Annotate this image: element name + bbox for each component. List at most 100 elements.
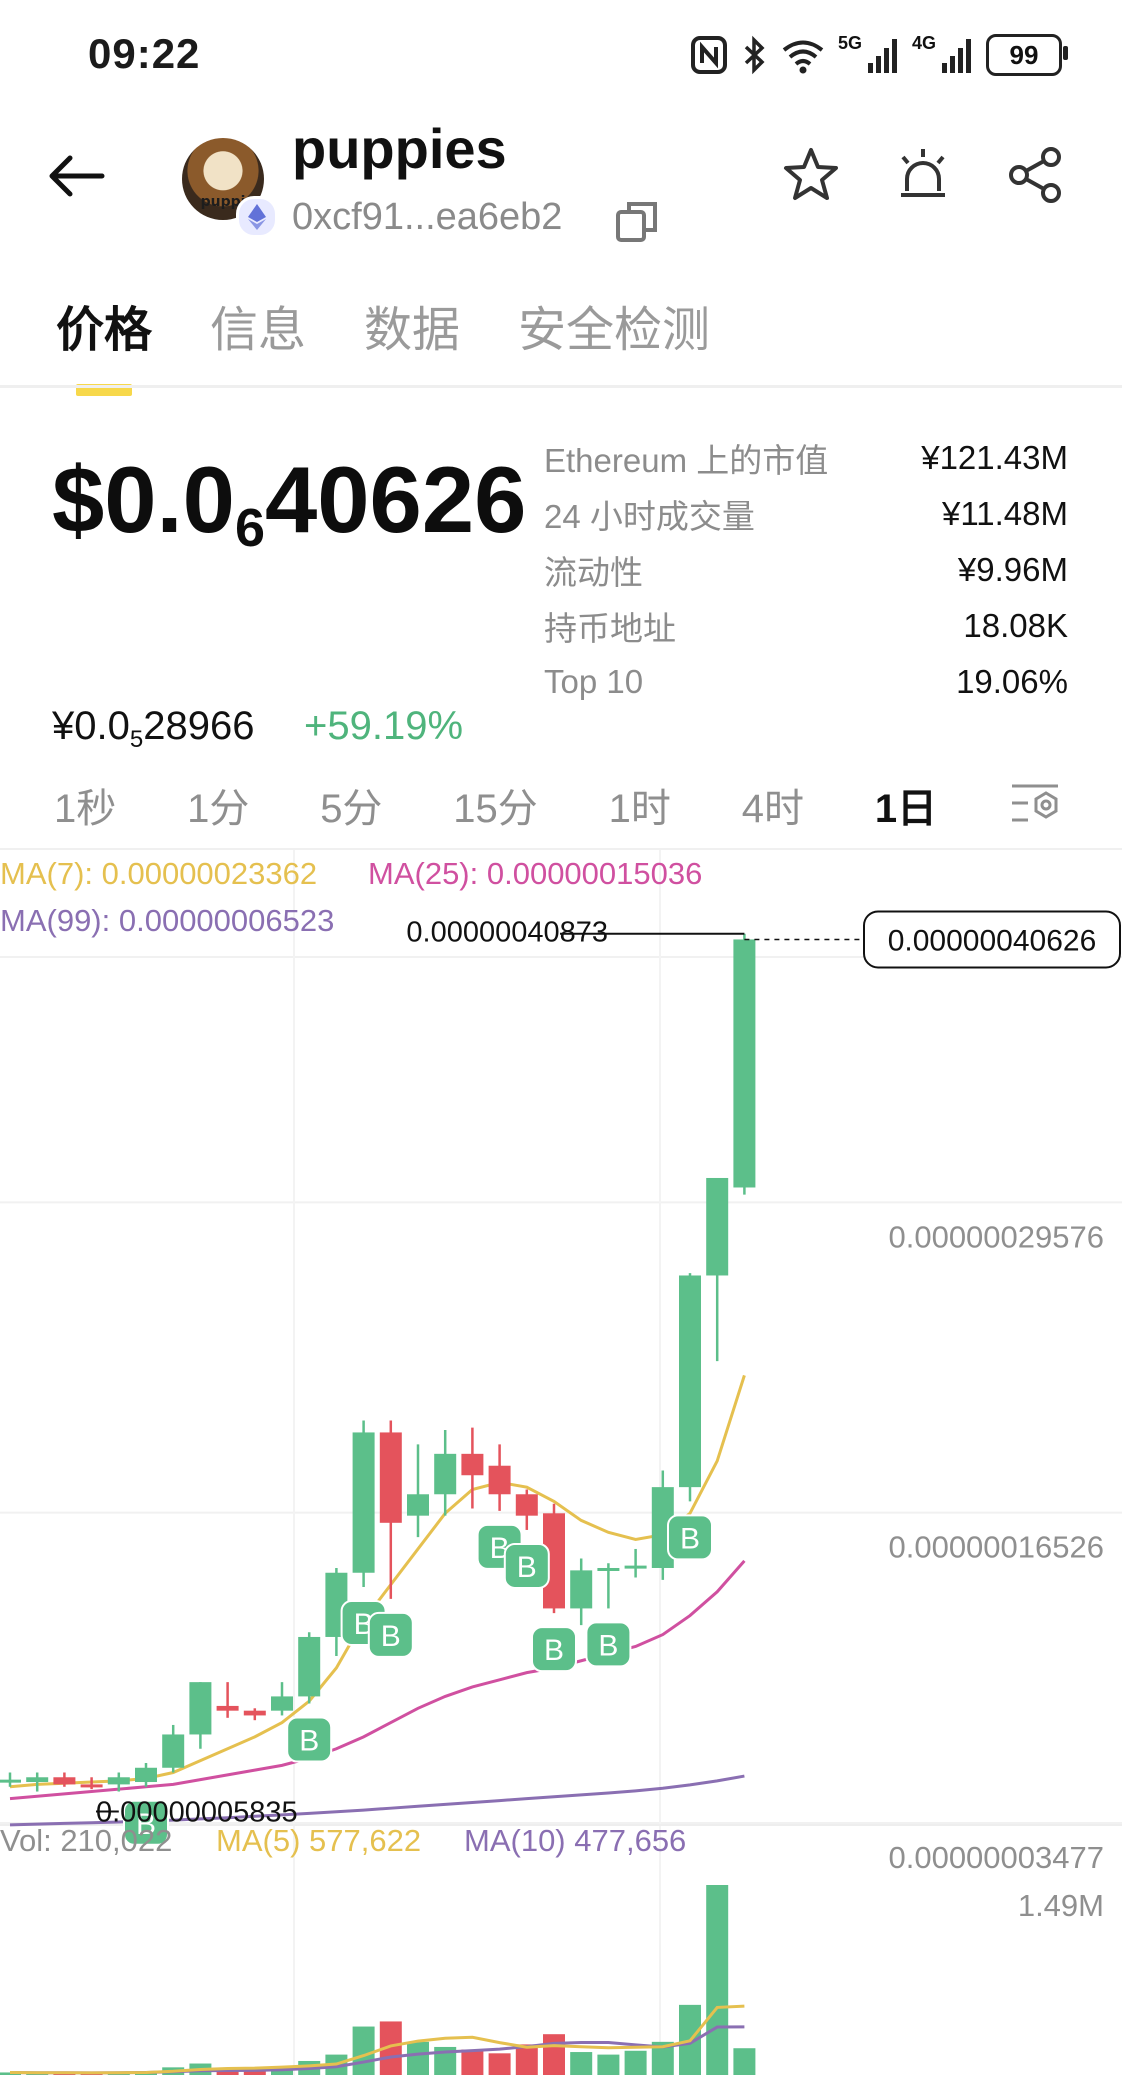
y-axis-ticks: 0.000000426250.000000295760.000000165260…: [888, 909, 1104, 1875]
interval-5m[interactable]: 5分: [320, 776, 382, 834]
interval-1h[interactable]: 1时: [609, 776, 671, 834]
candle-body: [379, 1432, 402, 1523]
volume-max-tick: 1.49M: [1018, 1888, 1104, 1923]
volume-bar: [352, 2026, 375, 2075]
volume-bar: [733, 2048, 756, 2075]
ma-lines: [9, 1374, 746, 1827]
stat-top10: Top 10 19.06%: [544, 663, 1068, 700]
candle-body: [26, 1777, 49, 1783]
ethereum-icon: [236, 196, 278, 238]
volume-bar: [488, 2053, 511, 2075]
candles: [0, 933, 756, 1792]
high-price-label: 0.00000040873: [406, 917, 608, 949]
stat-market-cap: Ethereum 上的市值 ¥121.43M: [544, 439, 1068, 479]
stat-liquidity: 流动性 ¥9.96M: [544, 551, 1068, 591]
buy-marker-label: B: [598, 1629, 618, 1662]
signal-4g-icon: [940, 35, 974, 75]
volume-label: Vol: 210,022: [0, 1823, 172, 1858]
back-arrow-icon: [49, 155, 105, 197]
interval-1m[interactable]: 1分: [187, 776, 249, 834]
tab-price[interactable]: 价格: [56, 290, 152, 396]
share-button[interactable]: [1002, 142, 1068, 208]
candle-body: [216, 1705, 239, 1711]
ma25-line: [9, 1559, 746, 1801]
candle-body: [0, 1779, 21, 1783]
price-alert-icon: [901, 149, 945, 197]
tab-info[interactable]: 信息: [210, 290, 306, 396]
status-time: 09:22: [88, 30, 201, 77]
candle-body: [189, 1682, 212, 1735]
interval-1s[interactable]: 1秒: [54, 776, 116, 834]
buy-marker: B: [585, 1621, 632, 1668]
volume-ma5-label: MA(5) 577,622: [216, 1823, 421, 1858]
battery-icon: 99: [986, 34, 1068, 76]
volume-bar: [570, 2052, 593, 2075]
chart-settings-icon[interactable]: [1008, 780, 1064, 831]
tab-security[interactable]: 安全检测: [518, 290, 710, 396]
share-icon: [1009, 147, 1061, 203]
ma7-line: [9, 1374, 746, 1789]
buy-marker-label: B: [680, 1522, 700, 1555]
candle-body: [706, 1177, 729, 1276]
price-change: +59.19%: [304, 704, 464, 748]
bluetooth-icon: [740, 35, 768, 75]
y-tick-label: 0.00000003477: [888, 1840, 1104, 1875]
volume-ma10-label: MA(10) 477,656: [464, 1823, 686, 1858]
buy-marker: B: [531, 1626, 577, 1673]
candle-body: [271, 1696, 293, 1711]
interval-15m[interactable]: 15分: [453, 776, 538, 834]
candle-body: [162, 1734, 185, 1768]
candle-body: [515, 1494, 538, 1516]
stat-holders: 持币地址 18.08K: [544, 607, 1068, 647]
price-cny: ¥0.0528966: [52, 704, 255, 753]
volume-bar: [706, 1885, 729, 2075]
interval-bar: 1秒 1分 5分 15分 1时 4时 1日: [54, 776, 1064, 834]
buy-marker: B: [286, 1716, 333, 1763]
ma25-label: MA(25): 0.00000015036: [368, 856, 702, 891]
buy-markers: BBB BBBB BB: [123, 1514, 713, 1846]
y-tick-label: 0.00000016526: [888, 1530, 1104, 1565]
price-alert-button[interactable]: [890, 142, 956, 208]
tab-bar: 价格 信息 数据 安全检测: [56, 290, 710, 396]
volume-bars: [0, 1885, 756, 2075]
price-chart[interactable]: MA(7): 0.00000023362 MA(25): 0.000000150…: [0, 850, 1122, 2075]
candle-body: [407, 1494, 429, 1516]
buy-marker: B: [503, 1542, 550, 1589]
buy-marker: B: [367, 1611, 414, 1658]
volume-bar: [461, 2049, 484, 2075]
candle-body: [461, 1453, 484, 1476]
token-address: 0xcf91...ea6eb2: [292, 196, 563, 238]
battery-level: 99: [1009, 39, 1039, 70]
ma7-label: MA(7): 0.00000023362: [0, 856, 317, 891]
candle-body: [570, 1570, 593, 1609]
tab-data[interactable]: 数据: [364, 290, 460, 396]
buy-marker-label: B: [299, 1725, 319, 1758]
tab-divider: [0, 385, 1122, 388]
volume-bar: [407, 2041, 429, 2075]
buy-marker-label: B: [544, 1634, 564, 1667]
volume-bar: [543, 2034, 565, 2075]
price-usd: $0.0640626: [52, 447, 527, 558]
signal-5g-icon: [866, 35, 900, 75]
candle-body: [434, 1453, 457, 1495]
volume-bar: [515, 2044, 538, 2075]
chart-annotations: 0.000000408730.000000058350.00000040626: [96, 910, 1121, 1829]
copy-icon[interactable]: [614, 198, 660, 244]
favorite-button[interactable]: [778, 142, 844, 208]
volume-bar: [597, 2054, 620, 2075]
network-5g-label: 5G: [837, 33, 862, 53]
network-4g-label: 4G: [911, 33, 936, 53]
back-button[interactable]: [40, 140, 112, 212]
nfc-icon: [690, 35, 728, 75]
interval-1d[interactable]: 1日: [875, 776, 937, 834]
candle-body: [53, 1777, 76, 1785]
status-icons: 5G 4G 99: [690, 30, 1068, 80]
candle-body: [679, 1275, 701, 1488]
buy-marker-label: B: [381, 1620, 401, 1653]
chart-grid: [0, 850, 1122, 2075]
token-name: puppies: [292, 117, 507, 180]
interval-4h[interactable]: 4时: [742, 776, 804, 834]
stat-volume-24h: 24 小时成交量 ¥11.48M: [544, 495, 1068, 535]
ma99-label: MA(99): 0.00000006523: [0, 903, 334, 938]
last-price-label: 0.00000040626: [888, 924, 1097, 957]
